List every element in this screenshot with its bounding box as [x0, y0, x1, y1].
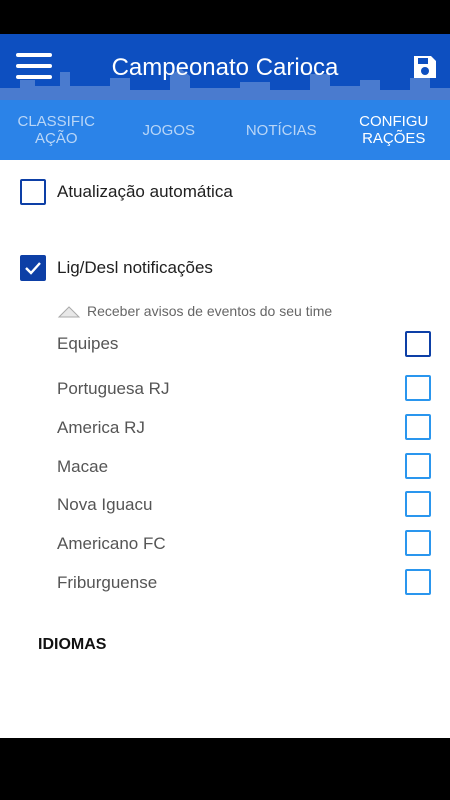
notifications-label: Lig/Desl notificações	[57, 258, 213, 277]
tab-label: NOTÍCIAS	[245, 121, 317, 139]
notifications-checkbox[interactable]	[20, 255, 46, 281]
triangle-up-icon	[57, 306, 81, 318]
teams-header-label: Equipes	[57, 334, 119, 353]
auto-update-checkbox[interactable]	[20, 179, 46, 205]
team-checkbox-americano-fc[interactable]	[405, 530, 431, 556]
team-checkbox-friburguense[interactable]	[405, 569, 431, 595]
team-label: Friburguense	[57, 573, 158, 592]
floppy-disk-icon	[414, 56, 436, 78]
status-bar	[0, 0, 450, 34]
app-title: Campeonato Carioca	[111, 54, 339, 81]
team-checkbox-macae[interactable]	[405, 453, 431, 479]
settings-panel: Atualização automática Lig/Desl notifica…	[0, 160, 450, 738]
subtitle-text: Receber avisos de eventos do seu time	[87, 303, 333, 319]
tab-label: CLASSIFICAÇÃO	[17, 113, 96, 147]
team-checkbox-portuguesa-rj[interactable]	[405, 375, 431, 401]
team-alerts-subtitle: Receber avisos de eventos do seu time	[57, 303, 332, 319]
tab-jogos[interactable]: JOGOS	[113, 100, 226, 160]
team-label: Nova Iguacu	[57, 495, 153, 514]
navigation-bar	[0, 738, 450, 800]
tab-label: CONFIGURAÇÕES	[359, 113, 429, 147]
tab-noticias[interactable]: NOTÍCIAS	[225, 100, 338, 160]
team-label: America RJ	[57, 418, 145, 437]
tab-bar: CLASSIFICAÇÃO JOGOS NOTÍCIAS CONFIGURAÇÕ…	[0, 100, 450, 160]
auto-update-label: Atualização automática	[57, 182, 233, 201]
save-button[interactable]	[412, 54, 438, 80]
app-bar: Campeonato Carioca	[0, 34, 450, 100]
languages-header[interactable]: IDIOMAS	[38, 636, 106, 654]
team-checkbox-nova-iguacu[interactable]	[405, 491, 431, 517]
checkmark-icon	[25, 262, 41, 275]
tab-configuracoes[interactable]: CONFIGURAÇÕES	[338, 100, 450, 160]
team-label: Portuguesa RJ	[57, 379, 170, 398]
tab-classificacao[interactable]: CLASSIFICAÇÃO	[0, 100, 113, 160]
team-label: Macae	[57, 457, 109, 476]
team-label: Americano FC	[57, 534, 166, 553]
teams-select-all-checkbox[interactable]	[405, 331, 431, 357]
team-checkbox-america-rj[interactable]	[405, 414, 431, 440]
tab-label: JOGOS	[142, 121, 195, 139]
